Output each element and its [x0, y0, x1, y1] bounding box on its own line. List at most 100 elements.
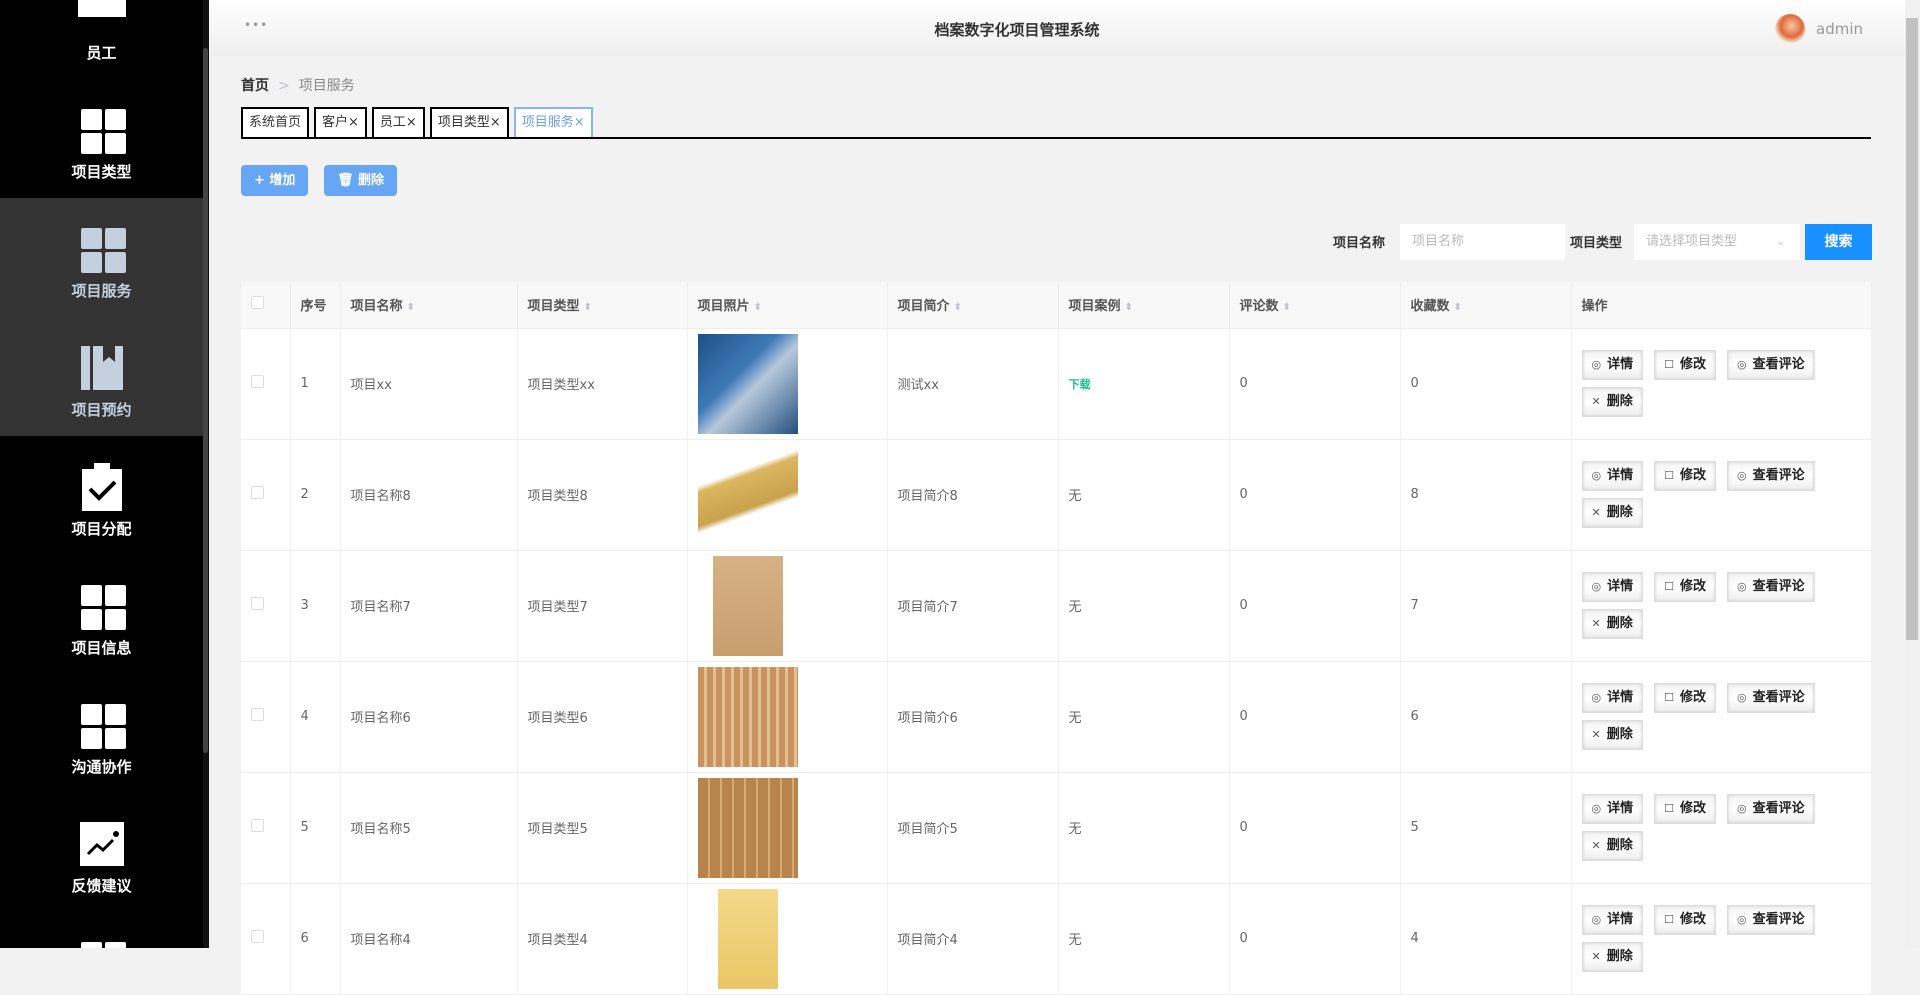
view-comments-button[interactable]: ◎查看评论 [1727, 572, 1815, 602]
page-scrollbar-thumb[interactable] [1906, 18, 1918, 640]
project-intro: 项目简介8 [887, 439, 1058, 550]
view-comments-label: 查看评论 [1753, 468, 1805, 483]
favorite-count: 0 [1400, 328, 1571, 439]
sort-icon[interactable]: ⬍ [1125, 302, 1133, 313]
case-value: 无 [1069, 489, 1082, 504]
project-photo[interactable] [718, 889, 778, 989]
sidebar-item-more[interactable] [0, 912, 203, 948]
favorite-count: 6 [1400, 661, 1571, 772]
detail-button[interactable]: ◎详情 [1582, 683, 1644, 713]
detail-button[interactable]: ◎详情 [1582, 572, 1644, 602]
sidebar-scrollbar-thumb[interactable] [203, 48, 208, 753]
bookmark-book-icon [78, 344, 126, 392]
add-button[interactable]: + 增加 [241, 165, 308, 196]
project-name: 项目名称8 [340, 439, 517, 550]
detail-label: 详情 [1607, 801, 1633, 816]
column-header[interactable]: 项目简介⬍ [887, 282, 1058, 328]
sidebar-item-label: 项目预约 [0, 400, 203, 420]
project-intro: 项目简介7 [887, 550, 1058, 661]
sort-icon[interactable]: ⬍ [584, 302, 592, 313]
row-checkbox[interactable] [251, 486, 264, 499]
edit-button[interactable]: ☐修改 [1654, 905, 1716, 935]
sort-icon[interactable]: ⬍ [754, 302, 762, 313]
sidebar-item-7[interactable]: 反馈建议 [0, 793, 203, 912]
chevron-down-icon: ⌄ [1775, 224, 1786, 260]
grid-icon [78, 701, 126, 749]
view-comments-button[interactable]: ◎查看评论 [1727, 905, 1815, 935]
detail-button[interactable]: ◎详情 [1582, 461, 1644, 491]
tab-1[interactable]: 客户× [314, 107, 367, 137]
avatar[interactable] [1775, 14, 1805, 44]
row-checkbox[interactable] [251, 708, 264, 721]
project-type: 项目类型7 [517, 550, 687, 661]
search-button[interactable]: 搜索 [1805, 224, 1872, 260]
column-header-label: 项目名称 [351, 299, 403, 314]
table-row: 4 项目名称6 项目类型6 项目简介6 无 0 6 ◎详情 ☐修改 ◎查看评论 … [241, 661, 1871, 772]
breadcrumb-home[interactable]: 首页 [241, 78, 269, 94]
sort-icon[interactable]: ⬍ [954, 302, 962, 313]
search-type-select[interactable]: 请选择项目类型⌄ [1634, 224, 1800, 260]
edit-button[interactable]: ☐修改 [1654, 683, 1716, 713]
row-delete-button[interactable]: ✕删除 [1582, 387, 1643, 417]
download-link[interactable]: 下载 [1069, 378, 1091, 391]
detail-button[interactable]: ◎详情 [1582, 905, 1644, 935]
project-photo[interactable] [698, 778, 798, 878]
row-checkbox[interactable] [251, 597, 264, 610]
sidebar-item-label: 员工 [0, 43, 203, 63]
column-header[interactable]: 项目类型⬍ [517, 282, 687, 328]
username[interactable]: admin [1816, 20, 1863, 38]
row-checkbox[interactable] [251, 375, 264, 388]
project-photo[interactable] [713, 556, 783, 656]
sidebar-item-5[interactable]: 项目信息 [0, 555, 203, 674]
sidebar-item-1[interactable]: 项目类型 [0, 79, 203, 198]
sort-icon[interactable]: ⬍ [1283, 302, 1291, 313]
project-photo[interactable] [698, 334, 798, 434]
sidebar-item-6[interactable]: 沟通协作 [0, 674, 203, 793]
grid-icon [78, 939, 126, 948]
row-delete-button[interactable]: ✕删除 [1582, 720, 1643, 750]
sort-icon[interactable]: ⬍ [407, 302, 415, 313]
row-delete-button[interactable]: ✕删除 [1582, 831, 1643, 861]
column-header-label: 项目照片 [698, 299, 750, 314]
detail-label: 详情 [1607, 912, 1633, 927]
sidebar-item-2[interactable]: 项目服务 [0, 198, 203, 317]
row-delete-button[interactable]: ✕删除 [1582, 609, 1643, 639]
delete-button[interactable]: 🗑 删除 [324, 165, 397, 196]
sidebar-item-4[interactable]: 项目分配 [0, 436, 203, 555]
data-table: 序号项目名称⬍项目类型⬍项目照片⬍项目简介⬍项目案例⬍评论数⬍收藏数⬍操作 1 … [241, 282, 1872, 995]
tab-2[interactable]: 员工× [372, 107, 425, 137]
edit-button[interactable]: ☐修改 [1654, 794, 1716, 824]
row-checkbox[interactable] [251, 930, 264, 943]
view-comments-button[interactable]: ◎查看评论 [1727, 350, 1815, 380]
view-comments-label: 查看评论 [1753, 912, 1805, 927]
edit-button[interactable]: ☐修改 [1654, 461, 1716, 491]
view-comments-button[interactable]: ◎ 查看评论 [1727, 461, 1815, 491]
project-photo[interactable] [698, 667, 798, 767]
tab-3[interactable]: 项目类型× [430, 107, 509, 137]
tab-0[interactable]: 系统首页 [241, 107, 309, 137]
edit-button[interactable]: ☐修改 [1654, 572, 1716, 602]
project-name: 项目名称5 [340, 772, 517, 883]
column-header[interactable]: 评论数⬍ [1229, 282, 1400, 328]
eye-icon: ◎ [1737, 469, 1747, 482]
tab-4[interactable]: 项目服务× [514, 107, 593, 137]
column-header[interactable]: 收藏数⬍ [1400, 282, 1571, 328]
search-name-input[interactable]: 项目名称 [1400, 224, 1565, 260]
column-header[interactable]: 项目名称 ⬍ [340, 282, 517, 328]
row-delete-button[interactable]: ✕删除 [1582, 498, 1643, 528]
row-checkbox[interactable] [251, 819, 264, 832]
select-all-checkbox[interactable] [251, 296, 264, 309]
detail-button[interactable]: ◎详情 [1582, 794, 1644, 824]
column-header[interactable]: 项目案例⬍ [1058, 282, 1229, 328]
view-comments-button[interactable]: ◎查看评论 [1727, 794, 1815, 824]
view-comments-button[interactable]: ◎查看评论 [1727, 683, 1815, 713]
sidebar-item-3[interactable]: 项目预约 [0, 317, 203, 436]
row-delete-button[interactable]: ✕删除 [1582, 942, 1643, 972]
detail-button[interactable]: ◎详情 [1582, 350, 1644, 380]
sort-icon[interactable]: ⬍ [1454, 302, 1462, 313]
case-value: 无 [1069, 711, 1082, 726]
edit-button[interactable]: ☐修改 [1654, 350, 1716, 380]
column-header[interactable]: 项目照片 ⬍ [687, 282, 887, 328]
sidebar-item-0[interactable]: 员工 [0, 0, 203, 79]
project-photo[interactable] [698, 445, 798, 545]
